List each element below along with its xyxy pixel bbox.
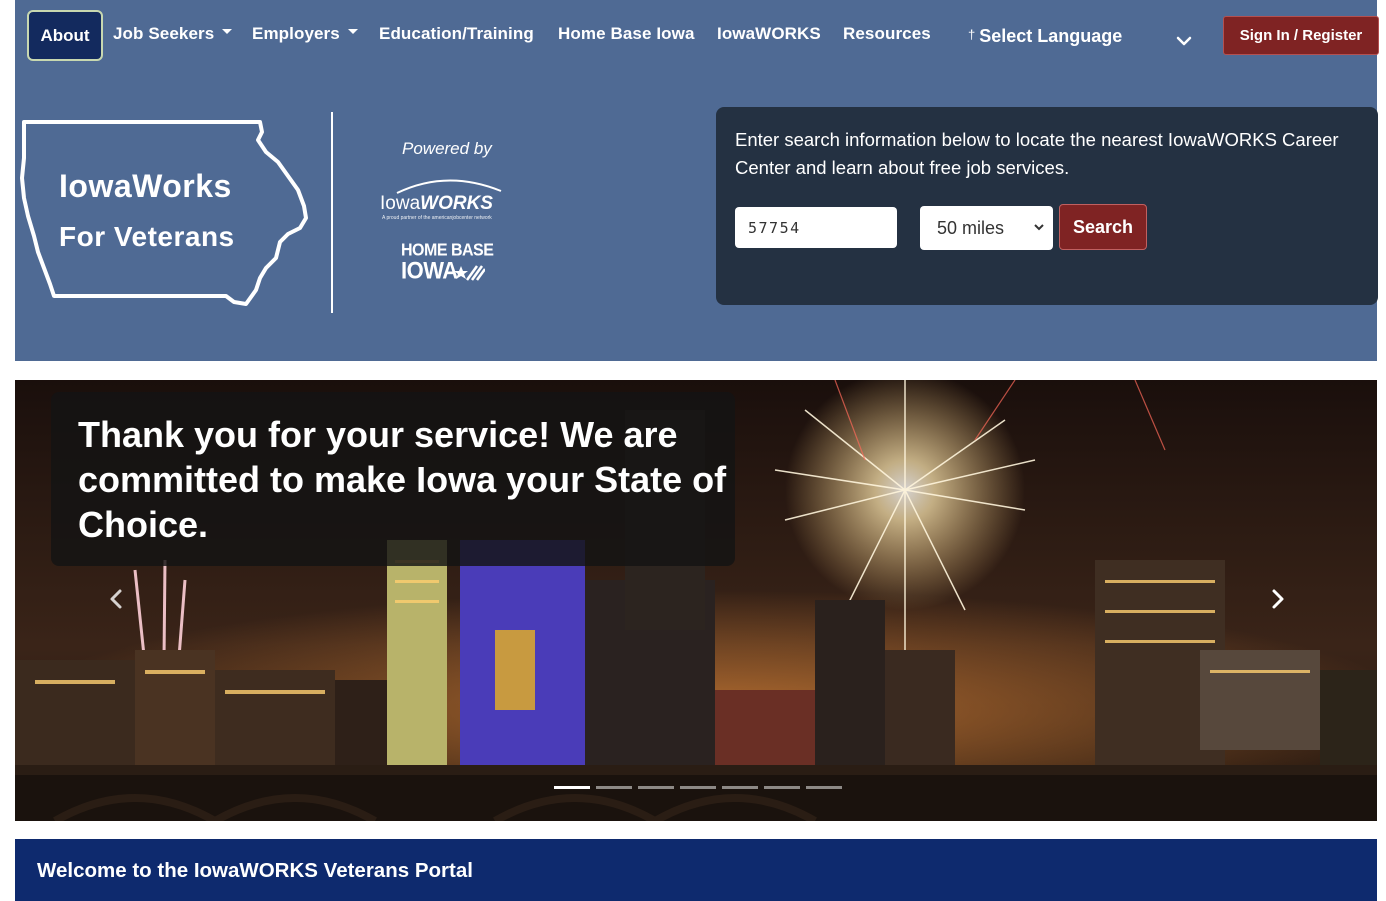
nav-resources[interactable]: Resources <box>843 24 931 44</box>
language-glyph: † <box>968 27 976 42</box>
site-header: About Job Seekers Employers Education/Tr… <box>15 0 1379 361</box>
logo-title: IowaWorks <box>59 168 232 204</box>
carousel-indicator[interactable] <box>554 786 590 789</box>
iowaworks-logo-suffix: WORKS <box>420 193 493 214</box>
flag-icon <box>455 265 485 281</box>
carousel-indicators <box>554 786 842 789</box>
nav-job-seekers-label: Job Seekers <box>113 24 215 43</box>
nav-iowaworks[interactable]: IowaWORKS <box>717 24 821 44</box>
carousel-indicator[interactable] <box>638 786 674 789</box>
carousel-caption: Thank you for your service! We are commi… <box>51 392 735 566</box>
nav-job-seekers[interactable]: Job Seekers <box>113 24 233 44</box>
chevron-down-icon[interactable] <box>1173 30 1195 52</box>
nav-employers[interactable]: Employers <box>252 24 358 44</box>
logo-divider <box>331 112 333 313</box>
radius-select-value: 50 miles <box>937 217 1005 238</box>
nav-education-training[interactable]: Education/Training <box>379 24 534 44</box>
iowaworks-logo-prefix: Iowa <box>380 193 421 214</box>
logo-subtitle: For Veterans <box>59 221 235 252</box>
nav-employers-label: Employers <box>252 24 340 43</box>
welcome-title: Welcome to the IowaWORKS Veterans Portal <box>37 859 473 882</box>
carousel-caption-text: Thank you for your service! We are commi… <box>78 414 727 545</box>
nav-home-base-iowa[interactable]: Home Base Iowa <box>558 24 695 44</box>
nav-about[interactable]: About <box>27 10 103 61</box>
caret-down-icon <box>347 29 358 35</box>
chevron-right-icon[interactable] <box>1263 584 1293 614</box>
chevron-left-icon[interactable] <box>101 584 131 614</box>
carousel-indicator[interactable] <box>596 786 632 789</box>
hero-carousel: Thank you for your service! We are commi… <box>15 380 1377 821</box>
carousel-indicator[interactable] <box>764 786 800 789</box>
top-nav: About Job Seekers Employers Education/Tr… <box>15 0 1379 74</box>
powered-by-label: Powered by <box>402 139 492 158</box>
carousel-indicator[interactable] <box>722 786 758 789</box>
home-base-logo-line2: IOWA <box>401 256 458 285</box>
caret-down-icon <box>222 29 233 35</box>
career-center-search-panel: Enter search information below to locate… <box>716 107 1378 305</box>
iowaworks-logo[interactable]: IowaWORKS <box>380 193 493 215</box>
carousel-indicator[interactable] <box>806 786 842 789</box>
language-label: Select Language <box>979 26 1123 46</box>
carousel-indicator[interactable] <box>680 786 716 789</box>
iowa-state-outline-icon <box>20 120 308 306</box>
iowaworks-tagline: A proud partner of the americanjobcenter… <box>382 215 492 221</box>
search-description: Enter search information below to locate… <box>735 129 1339 178</box>
welcome-banner: Welcome to the IowaWORKS Veterans Portal <box>15 839 1377 901</box>
language-selector[interactable]: † Select Language <box>968 26 1122 47</box>
radius-select[interactable]: 50 miles <box>920 206 1053 250</box>
sign-in-register-button[interactable]: Sign In / Register <box>1223 16 1379 55</box>
chevron-down-icon <box>1034 224 1044 231</box>
search-button[interactable]: Search <box>1059 204 1147 250</box>
zip-code-input[interactable] <box>735 207 897 248</box>
